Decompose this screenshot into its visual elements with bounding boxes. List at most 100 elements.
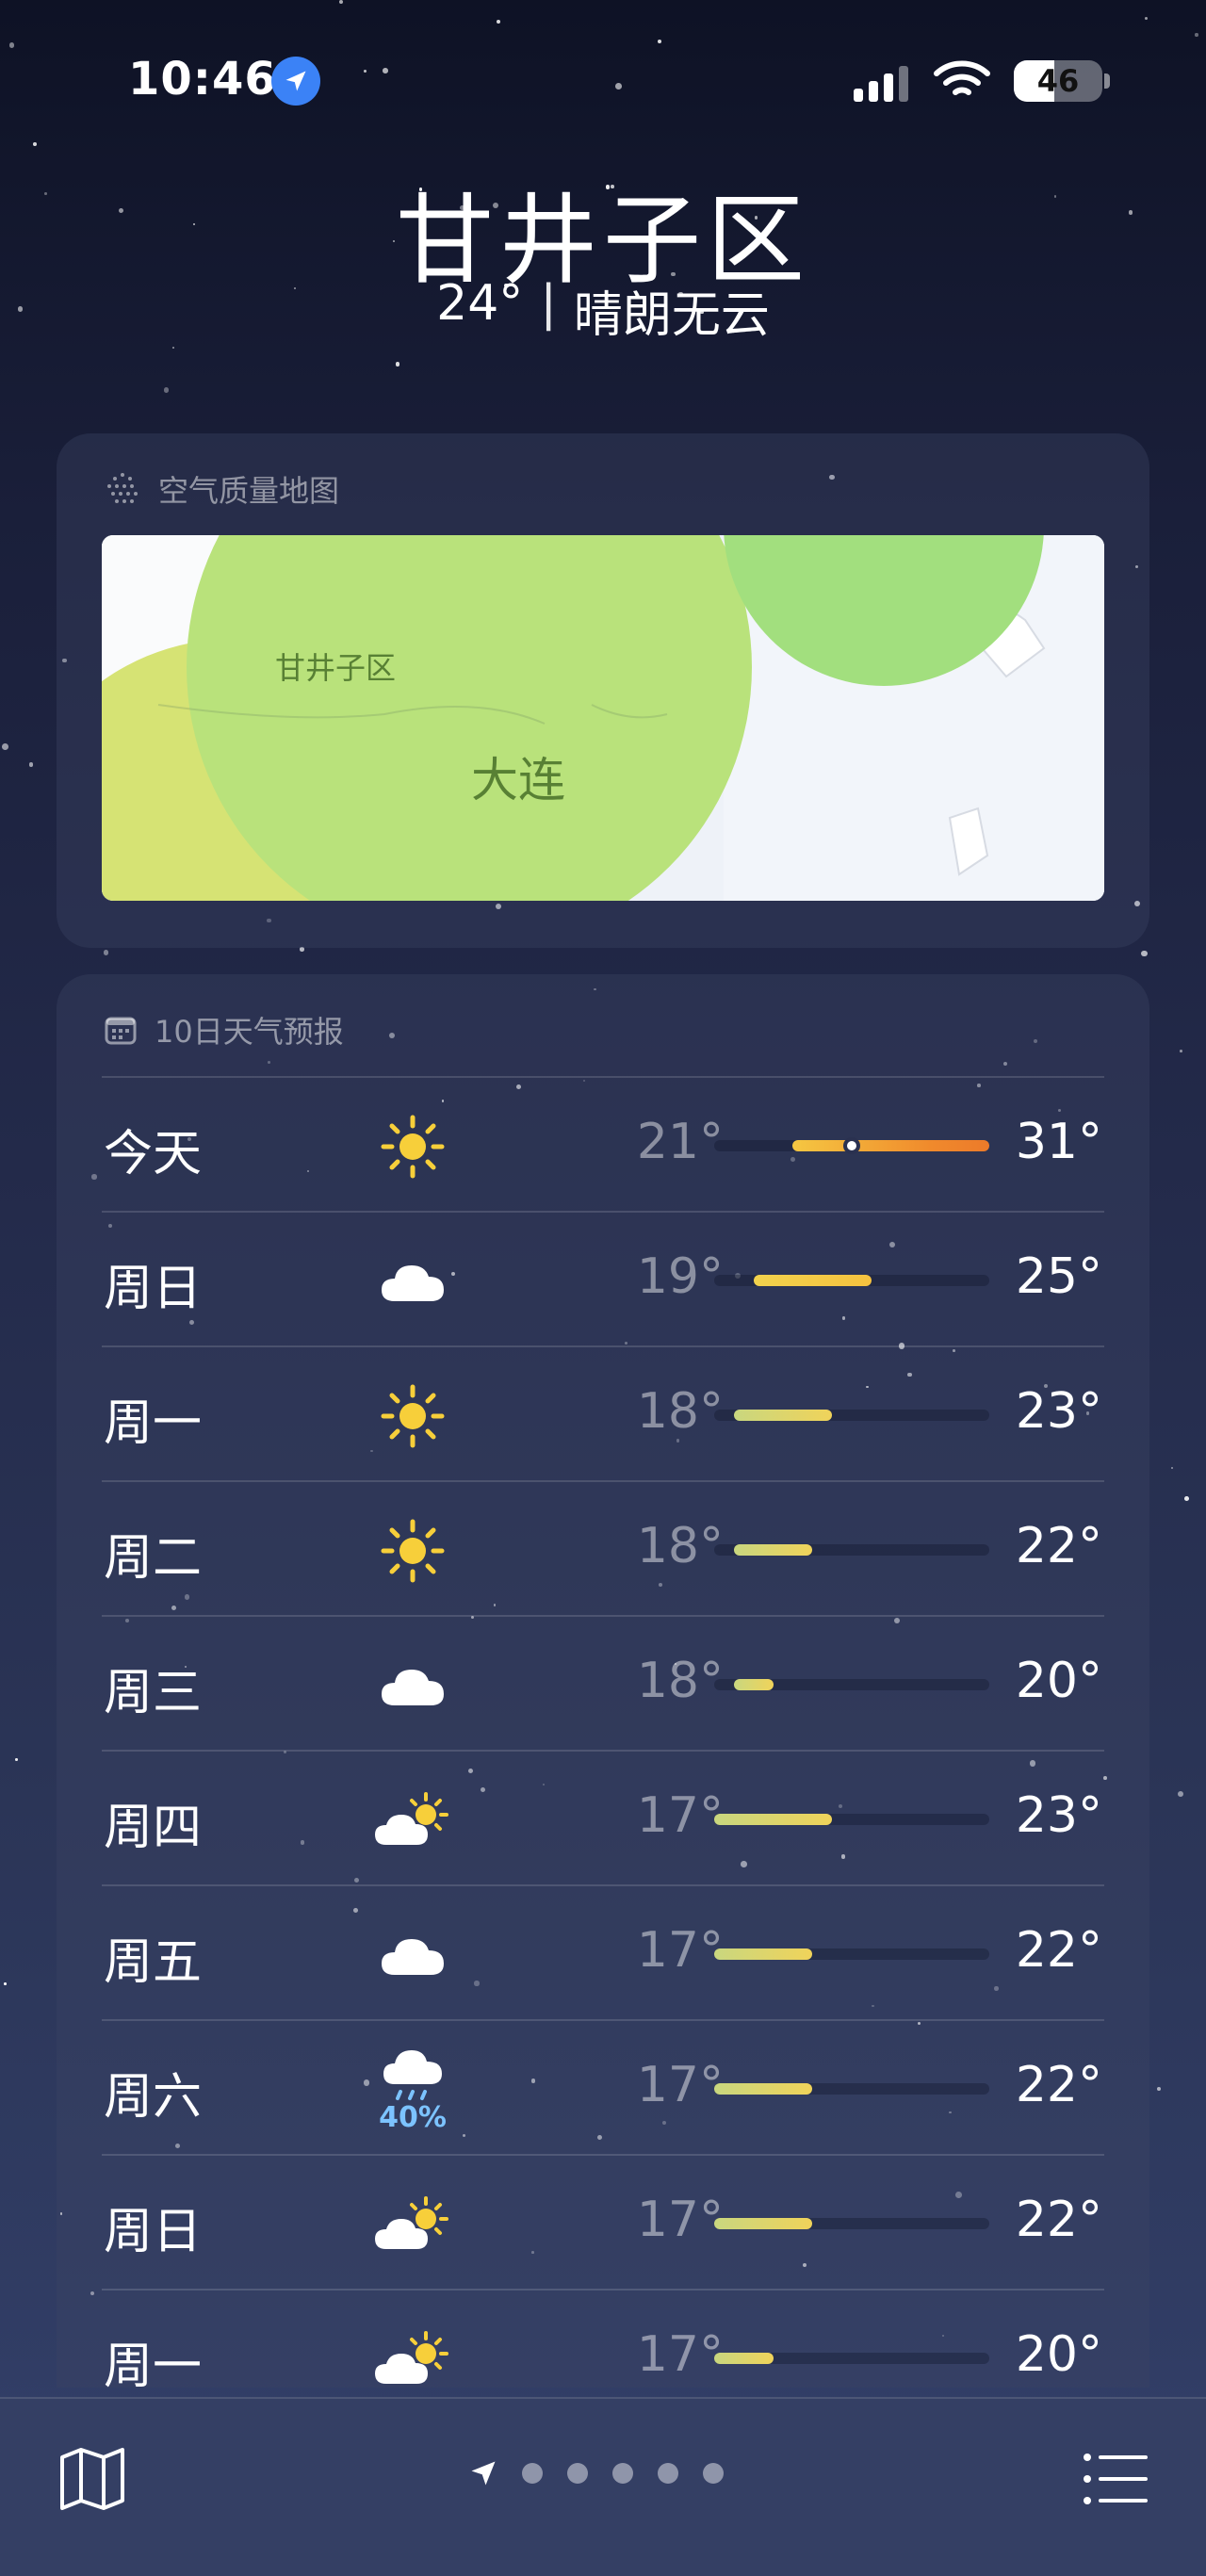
wifi-icon (933, 58, 991, 106)
temp-range-track (714, 1814, 989, 1825)
forecast-row[interactable]: 今天 21° 31° (102, 1076, 1104, 1211)
star (163, 387, 170, 394)
temp-range-track (714, 1679, 989, 1690)
forecast-row[interactable]: 周一 18° 23° (102, 1345, 1104, 1480)
forecast-icon-wrap (366, 2182, 460, 2267)
forecast-row[interactable]: 周二 18° 22° (102, 1480, 1104, 1615)
star (1170, 1466, 1173, 1469)
star (32, 142, 37, 147)
current-temperature: 24° (436, 275, 524, 332)
forecast-low: 21° (636, 1114, 724, 1170)
precip-chance: 40% (379, 2100, 447, 2134)
forecast-high: 20° (1015, 1653, 1102, 1709)
current-condition: 晴朗无云 (573, 287, 770, 344)
star (1179, 1050, 1182, 1052)
star (1141, 951, 1148, 957)
map-label-city: 大连 (471, 753, 565, 807)
location-arrow-icon (471, 2461, 496, 2486)
temp-range-track (714, 1275, 989, 1286)
temp-range-track (714, 2218, 989, 2229)
cloud-icon (378, 1932, 448, 1979)
list-icon (1084, 2454, 1148, 2504)
forecast-icon-wrap (366, 1913, 460, 1997)
star (1144, 16, 1148, 20)
forecast-day: 周日 (104, 2204, 203, 2260)
page-dot[interactable] (612, 2463, 633, 2484)
temp-range-bar (792, 1140, 989, 1151)
temp-range-bar (714, 1814, 833, 1825)
forecast-day: 周五 (104, 1934, 203, 1991)
sun-icon (380, 1518, 446, 1584)
star (1195, 33, 1198, 37)
air-quality-header: 空气质量地图 (104, 467, 339, 511)
map-icon (60, 2448, 124, 2510)
sun-icon (380, 1383, 446, 1449)
location-services-icon (271, 57, 320, 106)
star (395, 361, 400, 367)
forecast-title: 10日天气预报 (155, 1014, 344, 1050)
forecast-day: 周三 (104, 1665, 203, 1721)
forecast-icon-wrap (366, 1643, 460, 1728)
star (8, 42, 15, 48)
forecast-row[interactable]: 周五 17° 22° (102, 1884, 1104, 2019)
forecast-day: 周一 (104, 1395, 203, 1452)
map-graphic (102, 535, 1104, 901)
sun-icon (380, 1114, 446, 1180)
forecast-list: 今天 21° 31° 周日 19° 25° 周一 18° 23° 周二 18° (102, 1076, 1104, 2423)
forecast-high: 22° (1015, 1518, 1102, 1574)
forecast-low: 18° (636, 1653, 724, 1709)
forecast-high: 25° (1015, 1248, 1102, 1305)
forecast-icon-wrap (366, 1239, 460, 1324)
forecast-day: 周日 (104, 1261, 203, 1317)
forecast-icon-wrap (366, 1778, 460, 1863)
star (657, 39, 662, 44)
forecast-high: 23° (1015, 1787, 1102, 1844)
cloud-icon (378, 1258, 448, 1305)
forecast-low: 17° (636, 1922, 724, 1979)
forecast-low: 18° (636, 1518, 724, 1574)
forecast-row[interactable]: 周三 18° 20° (102, 1615, 1104, 1750)
page-dot[interactable] (658, 2463, 678, 2484)
air-quality-card[interactable]: 空气质量地图 甘井子区 大连 (57, 433, 1149, 948)
map-button[interactable] (57, 2446, 128, 2512)
city-list-button[interactable] (1080, 2448, 1151, 2510)
temp-range-track (714, 1410, 989, 1421)
forecast-high: 22° (1015, 2057, 1102, 2113)
forecast-icon-wrap (366, 1508, 460, 1593)
battery-level: 46 (1036, 63, 1080, 99)
forecast-high: 20° (1015, 2326, 1102, 2383)
cellular-signal-icon (854, 66, 908, 102)
temp-range-track (714, 1948, 989, 1960)
star (103, 950, 108, 955)
star (171, 346, 175, 350)
ten-day-forecast-card: 10日天气预报 今天 21° 31° 周日 19° 25° 周一 18° 23°… (57, 974, 1149, 2395)
forecast-row[interactable]: 周日 17° 22° (102, 2154, 1104, 2289)
temp-range-bar (714, 2353, 774, 2364)
partly-sunny-icon (373, 1790, 452, 1850)
forecast-low: 19° (636, 1248, 724, 1305)
forecast-low: 17° (636, 1787, 724, 1844)
forecast-low: 18° (636, 1383, 724, 1440)
star (1178, 1790, 1184, 1797)
forecast-row[interactable]: 周四 17° 23° (102, 1750, 1104, 1884)
forecast-high: 23° (1015, 1383, 1102, 1440)
forecast-icon-wrap (366, 1374, 460, 1459)
page-dot[interactable] (567, 2463, 588, 2484)
calendar-icon (105, 1017, 137, 1045)
page-dot[interactable] (703, 2463, 724, 2484)
forecast-high: 22° (1015, 2192, 1102, 2248)
forecast-row[interactable]: 周六 40% 17° 22° (102, 2019, 1104, 2154)
star (496, 20, 500, 24)
partly-sunny-icon (373, 2194, 452, 2255)
forecast-row[interactable]: 周日 19° 25° (102, 1211, 1104, 1345)
forecast-day: 周六 (104, 2069, 203, 2126)
forecast-icon-wrap (366, 2317, 460, 2402)
temp-range-track (714, 1544, 989, 1556)
forecast-low: 17° (636, 2326, 724, 2383)
page-dot[interactable] (522, 2463, 543, 2484)
air-quality-map[interactable]: 甘井子区 大连 (102, 535, 1104, 901)
forecast-low: 17° (636, 2192, 724, 2248)
air-quality-title: 空气质量地图 (158, 473, 340, 509)
page-indicator[interactable] (469, 2459, 724, 2487)
summary-separator: | (540, 275, 557, 332)
